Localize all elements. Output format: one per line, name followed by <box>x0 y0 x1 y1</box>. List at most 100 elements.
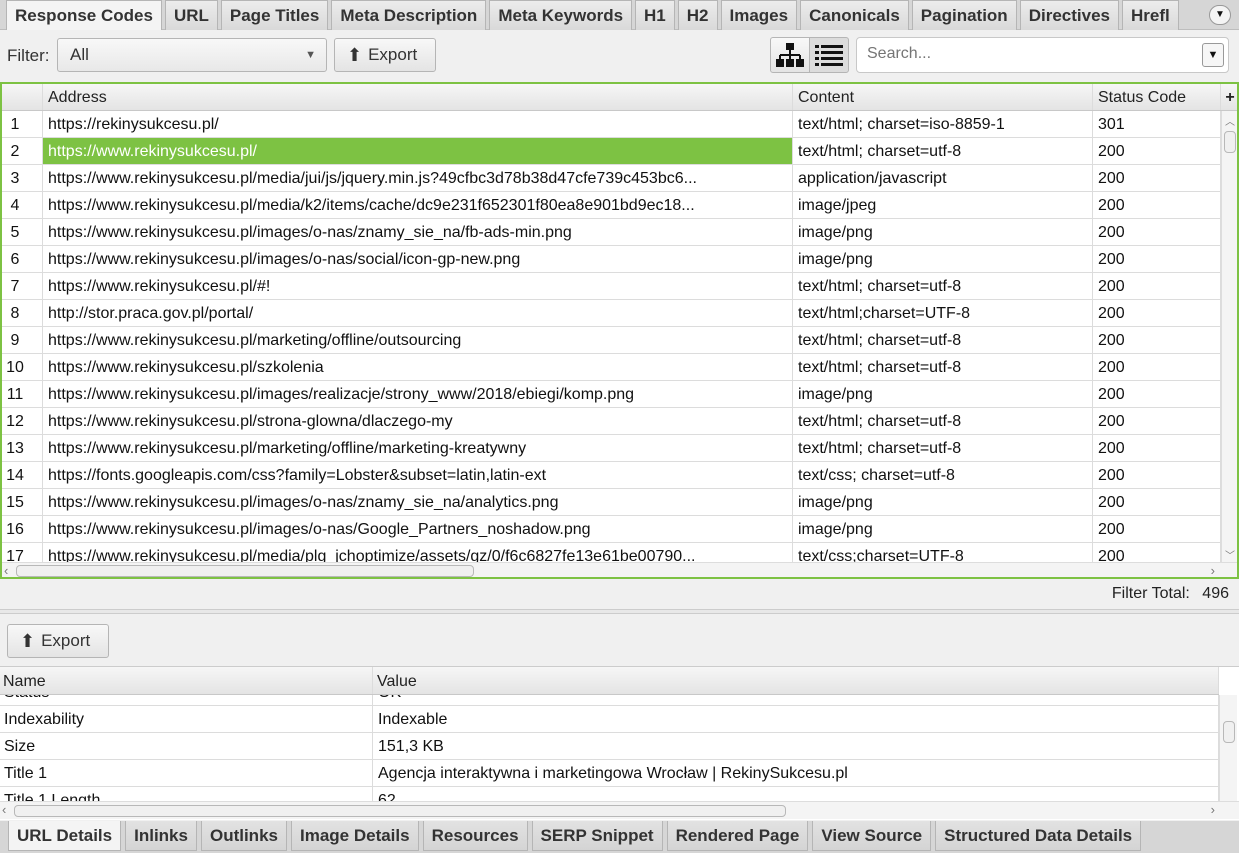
tab-h1[interactable]: H1 <box>635 0 675 30</box>
scroll-left-icon[interactable]: ‹ <box>4 563 8 577</box>
bottom-tab-serp-snippet[interactable]: SERP Snippet <box>531 821 663 851</box>
horizontal-scroll-thumb[interactable] <box>16 565 474 577</box>
top-tab-bar: Response Codes URL Page Titles Meta Descrip… <box>0 0 1239 30</box>
status-code-cell: 200 <box>1093 435 1221 461</box>
column-header-name[interactable]: Name <box>0 667 373 694</box>
column-header-status-code[interactable]: Status Code <box>1093 84 1221 110</box>
address-cell: https://www.rekinysukcesu.pl/images/o-na… <box>43 489 793 515</box>
upload-icon: ⬆ <box>20 630 36 651</box>
bottom-tab-outlinks[interactable]: Outlinks <box>200 821 287 851</box>
table-row[interactable]: 15 https://www.rekinysukcesu.pl/images/o-… <box>2 489 1221 516</box>
split-pane-divider[interactable] <box>0 609 1239 614</box>
vertical-scrollbar[interactable]: ︿ ﹀ <box>1221 111 1237 564</box>
bottom-tab-inlinks[interactable]: Inlinks <box>125 821 197 851</box>
row-number: 9 <box>2 327 43 353</box>
list-view-button[interactable] <box>809 37 849 73</box>
horizontal-scrollbar[interactable]: ‹ › <box>2 562 1237 577</box>
details-horizontal-scrollbar[interactable]: ‹ › <box>0 801 1239 819</box>
scroll-thumb[interactable] <box>1224 131 1236 153</box>
filter-total-label: Filter Total: <box>1111 585 1190 602</box>
bottom-tab-bar: URL Details Inlinks Outlinks Image Details R… <box>0 821 1239 853</box>
tab-images[interactable]: Images <box>720 0 798 30</box>
tree-view-button[interactable] <box>770 37 810 73</box>
tab-overflow-menu-button[interactable]: ▼ <box>1209 5 1231 25</box>
column-header-address[interactable]: Address <box>43 84 793 110</box>
tab-meta-description[interactable]: Meta Description <box>331 0 487 30</box>
export-button[interactable]: ⬆ Export <box>334 38 436 72</box>
tab-canonicals[interactable]: Canonicals <box>800 0 909 30</box>
tab-page-titles[interactable]: Page Titles <box>220 0 329 30</box>
status-code-cell: 200 <box>1093 462 1221 488</box>
details-vertical-scrollbar[interactable] <box>1219 695 1237 801</box>
scroll-right-icon[interactable]: › <box>1211 802 1215 817</box>
tab-url[interactable]: URL <box>164 0 218 30</box>
bottom-tab-url-details[interactable]: URL Details <box>8 821 122 851</box>
row-number: 6 <box>2 246 43 272</box>
table-row[interactable]: 1 https://rekinysukcesu.pl/text/html; cha… <box>2 111 1221 138</box>
scroll-left-icon[interactable]: ‹ <box>2 802 6 817</box>
row-number: 13 <box>2 435 43 461</box>
table-row[interactable]: 16 https://www.rekinysukcesu.pl/images/o-… <box>2 516 1221 543</box>
bottom-tab-image-details[interactable]: Image Details <box>290 821 419 851</box>
address-cell: https://www.rekinysukcesu.pl/marketing/o… <box>43 435 793 461</box>
details-header: Name Value <box>0 667 1219 695</box>
details-row[interactable]: Indexability Indexable <box>0 706 1219 733</box>
bottom-tab-resources[interactable]: Resources <box>422 821 528 851</box>
add-column-button[interactable]: + <box>1221 84 1237 111</box>
table-row[interactable]: 2 https://www.rekinysukcesu.pl/text/html;… <box>2 138 1221 165</box>
table-row[interactable]: 14 https://fonts.googleapis.com/css?famil… <box>2 462 1221 489</box>
table-row[interactable]: 6 https://www.rekinysukcesu.pl/images/o-n… <box>2 246 1221 273</box>
search-dropdown-button[interactable]: ▼ <box>1202 43 1224 67</box>
tab-meta-keywords[interactable]: Meta Keywords <box>489 0 633 30</box>
tab-response-codes[interactable]: Response Codes <box>6 0 162 30</box>
table-row[interactable]: 12 https://www.rekinysukcesu.pl/strona-gl… <box>2 408 1221 435</box>
table-row[interactable]: 7 https://www.rekinysukcesu.pl/#! text/htm… <box>2 273 1221 300</box>
row-number: 4 <box>2 192 43 218</box>
table-row[interactable]: 10 https://www.rekinysukcesu.pl/szkolenia… <box>2 354 1221 381</box>
search-input[interactable] <box>857 38 1187 70</box>
table-row[interactable]: 4 https://www.rekinysukcesu.pl/media/k2/i… <box>2 192 1221 219</box>
status-code-cell: 200 <box>1093 354 1221 380</box>
table-row[interactable]: 11 https://www.rekinysukcesu.pl/images/re… <box>2 381 1221 408</box>
details-row[interactable]: Title 1 Agencja interaktywna i marketingo… <box>0 760 1219 787</box>
filter-label: Filter: <box>7 46 50 65</box>
detail-value: Agencja interaktywna i marketingowa Wroc… <box>373 760 1219 786</box>
content-cell: image/png <box>793 516 1093 542</box>
tab-hrefl[interactable]: Hrefl <box>1121 0 1179 30</box>
row-number: 10 <box>2 354 43 380</box>
bottom-tab-structured-data-details[interactable]: Structured Data Details <box>935 821 1142 851</box>
scroll-right-icon[interactable]: › <box>1211 563 1215 577</box>
tab-h2[interactable]: H2 <box>677 0 718 30</box>
bottom-tab-rendered-page[interactable]: Rendered Page <box>666 821 809 851</box>
content-cell: text/html; charset=utf-8 <box>793 273 1093 299</box>
bottom-tab-view-source[interactable]: View Source <box>812 821 932 851</box>
table-row[interactable]: 5 https://www.rekinysukcesu.pl/images/o-n… <box>2 219 1221 246</box>
tab-pagination[interactable]: Pagination <box>911 0 1017 30</box>
table-row[interactable]: 3 https://www.rekinysukcesu.pl/media/jui/… <box>2 165 1221 192</box>
details-export-button[interactable]: ⬆ Export <box>7 624 109 658</box>
column-header-content[interactable]: Content <box>793 84 1093 110</box>
site-tree-icon <box>776 43 804 67</box>
row-number: 12 <box>2 408 43 434</box>
list-icon <box>815 45 843 66</box>
content-cell: text/css; charset=utf-8 <box>793 462 1093 488</box>
table-header: Address Content Status Code <box>2 84 1221 111</box>
detail-value: 151,3 KB <box>373 733 1219 759</box>
filter-select[interactable]: All ▼ <box>57 38 327 72</box>
details-export-label: Export <box>41 631 91 650</box>
details-row[interactable]: Size 151,3 KB <box>0 733 1219 760</box>
column-header-value[interactable]: Value <box>373 667 1219 694</box>
scroll-up-icon[interactable]: ︿ <box>1225 113 1235 128</box>
details-scroll-thumb[interactable] <box>1223 721 1235 743</box>
row-number: 11 <box>2 381 43 407</box>
content-cell: text/html; charset=utf-8 <box>793 435 1093 461</box>
table-row[interactable]: 8 http://stor.praca.gov.pl/portal/text/ht… <box>2 300 1221 327</box>
table-row[interactable]: 9 https://www.rekinysukcesu.pl/marketing/… <box>2 327 1221 354</box>
tab-directives[interactable]: Directives <box>1019 0 1119 30</box>
details-horizontal-scroll-thumb[interactable] <box>14 805 786 817</box>
table-row[interactable]: 13 https://www.rekinysukcesu.pl/marketing… <box>2 435 1221 462</box>
row-number: 14 <box>2 462 43 488</box>
filter-value: All <box>70 45 89 64</box>
content-cell: text/html;charset=UTF-8 <box>793 300 1093 326</box>
scroll-down-icon[interactable]: ﹀ <box>1225 547 1235 562</box>
